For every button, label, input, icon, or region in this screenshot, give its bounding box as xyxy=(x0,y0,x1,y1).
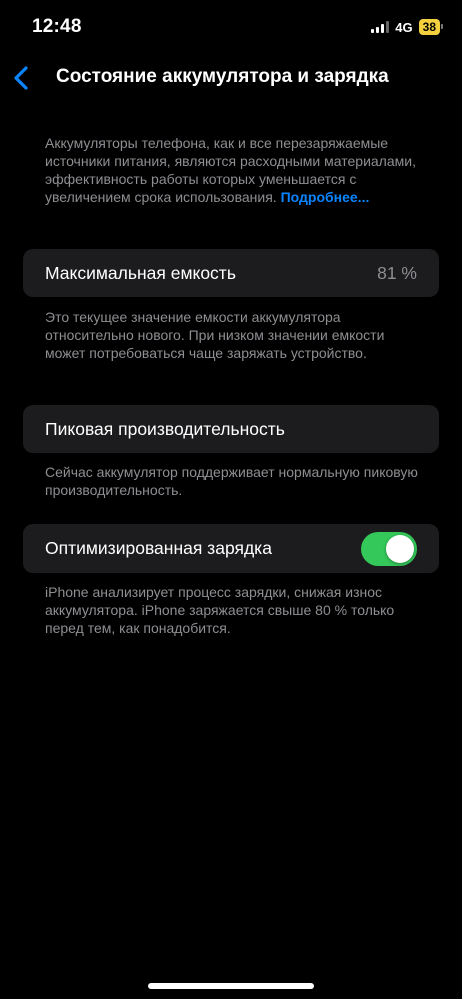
toggle-knob xyxy=(386,534,414,563)
page-title: Состояние аккумулятора и зарядка xyxy=(56,66,389,87)
status-time: 12:48 xyxy=(32,16,82,37)
home-indicator[interactable] xyxy=(148,983,314,989)
cellular-signal-icon xyxy=(371,21,390,33)
max-capacity-row: Максимальная емкость 81 % xyxy=(23,249,439,297)
peak-performance-row: Пиковая производительность xyxy=(23,405,439,453)
optimized-charging-label: Оптимизированная зарядка xyxy=(45,538,272,558)
network-type: 4G xyxy=(395,19,413,35)
battery-icon: 38 xyxy=(418,19,444,35)
status-bar: 12:48 4G 38 xyxy=(0,0,462,56)
back-button[interactable] xyxy=(10,64,36,92)
peak-performance-label: Пиковая производительность xyxy=(45,418,285,439)
learn-more-link[interactable]: Подробнее... xyxy=(281,189,370,205)
optimized-charging-toggle[interactable] xyxy=(361,531,417,566)
nav-bar: Состояние аккумулятора и зарядка xyxy=(0,56,462,100)
chevron-left-icon xyxy=(14,66,28,90)
max-capacity-value: 81 % xyxy=(377,262,417,283)
max-capacity-label: Максимальная емкость xyxy=(45,262,236,283)
intro-text: Аккумуляторы телефона, как и все перезар… xyxy=(45,134,430,206)
optimized-charging-footnote: iPhone анализирует процесс зарядки, сниж… xyxy=(45,584,395,636)
optimized-charging-row: Оптимизированная зарядка xyxy=(23,524,439,573)
status-indicators: 4G 38 xyxy=(371,19,444,35)
max-capacity-footnote: Это текущее значение емкости аккумулятор… xyxy=(45,309,385,361)
peak-performance-footnote: Сейчас аккумулятор поддерживает нормальн… xyxy=(45,464,418,498)
